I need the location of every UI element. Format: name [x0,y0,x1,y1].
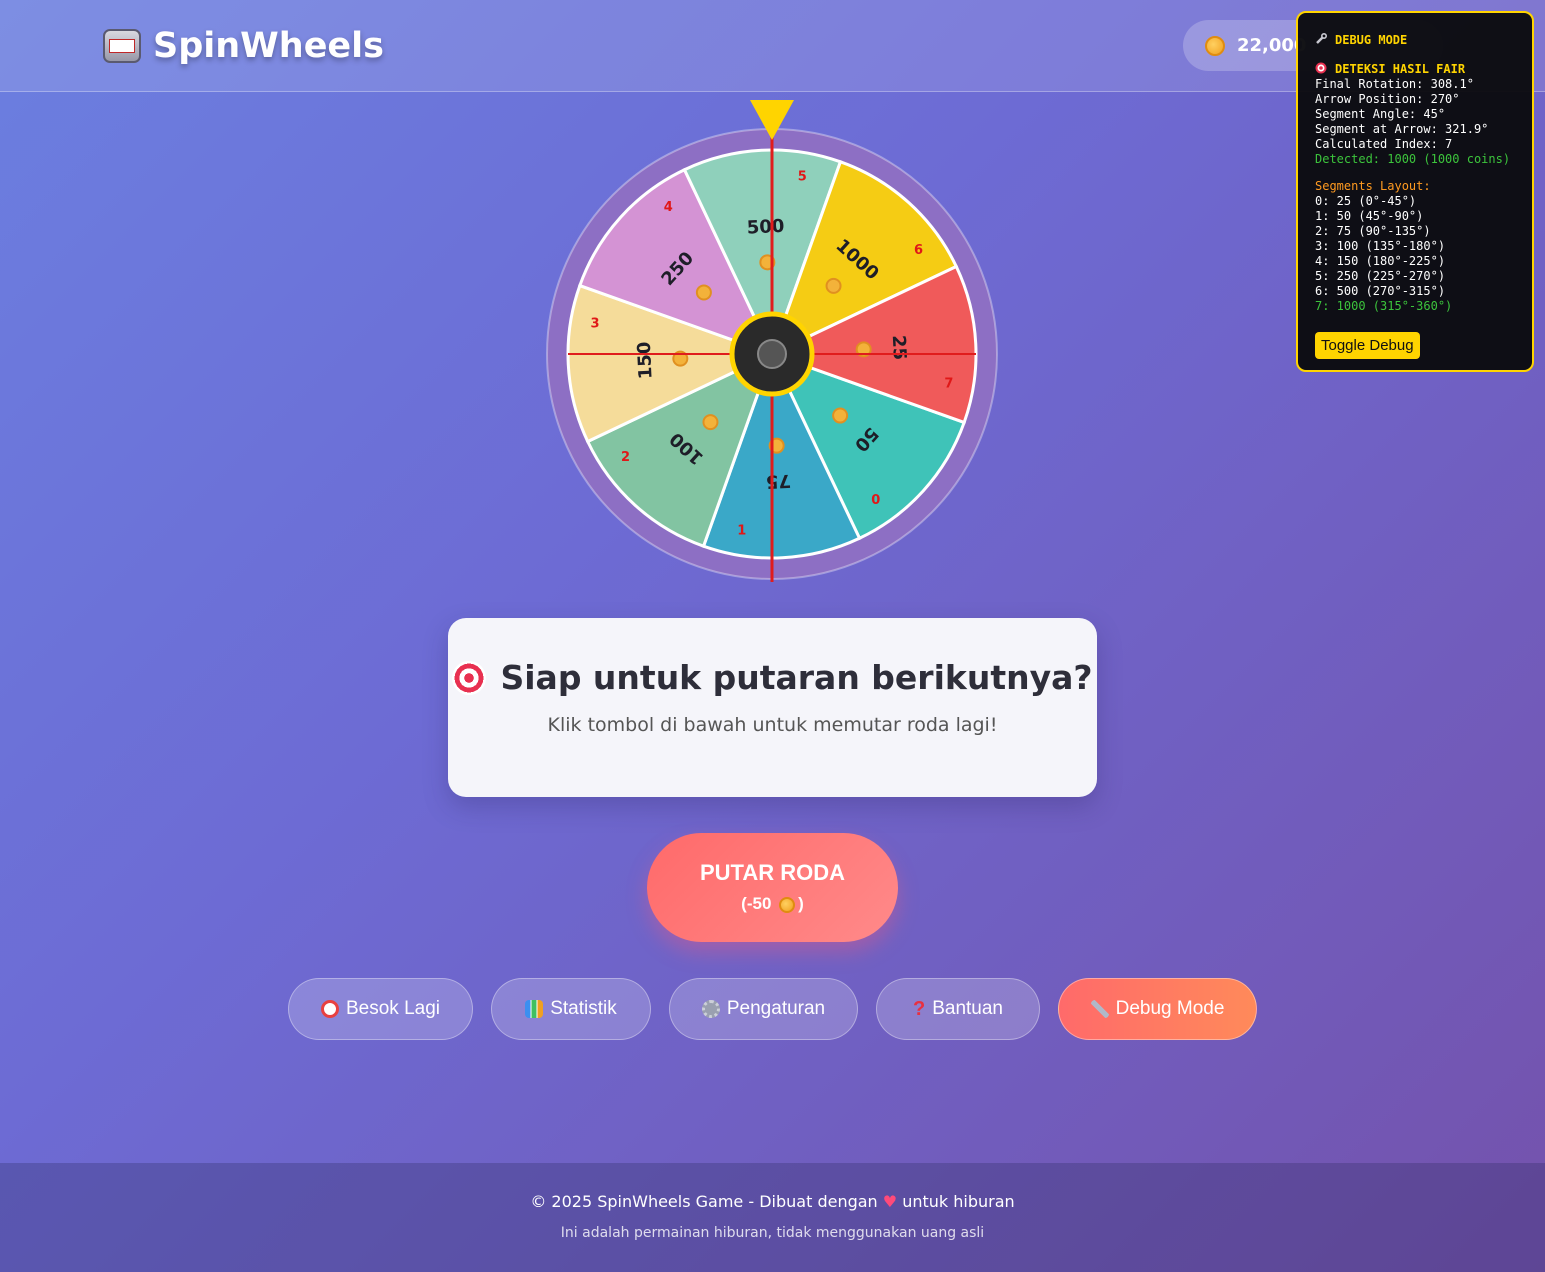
debug-layout-item: 0: 25 (0°-45°) [1315,194,1417,208]
wrench-icon [1316,33,1327,44]
coin-icon [695,284,712,301]
spin-cost: (-50 ) [741,894,804,913]
debug-panel: DEBUG MODE DETEKSI HASIL FAIR Final Rota… [1296,11,1534,372]
spin-button-label: PUTAR RODA [699,860,846,885]
wheel-segment-index: 6 [914,243,923,258]
result-title-text: Siap untuk putaran berikutnya? [500,658,1093,697]
result-title: Siap untuk putaran berikutnya? [448,658,1097,697]
wheel-segment-index: 0 [871,493,880,508]
coin-icon [832,407,849,424]
wheel-segment-index: 3 [591,316,600,331]
wrench-icon [1090,1000,1109,1018]
debug-final-rotation: Final Rotation: 308.1° [1315,77,1474,91]
debug-mode-button[interactable]: Debug Mode [1058,978,1257,1040]
wheel-segment-value: 500 [746,216,785,239]
wheel-graphic: 50075110021503250450051000 6257 [546,100,998,582]
debug-section-title: DETEKSI HASIL FAIR [1315,62,1532,77]
statistics-button-label: Statistik [550,998,617,1019]
footer-copyright: © 2025 SpinWheels Game - Dibuat dengan ♥… [530,1192,1015,1211]
result-card: Siap untuk putaran berikutnya? Klik tomb… [448,618,1097,797]
debug-arrow-position: Arrow Position: 270° [1315,92,1460,106]
heart-icon: ♥ [882,1192,898,1211]
spin-wheel[interactable]: 50 0 75 1 100 2 150 3 250 4 500 5 1000 6 25 7 [545,100,1000,585]
help-button-label: Bantuan [932,998,1003,1019]
app-logo[interactable]: SpinWheels [103,24,384,68]
debug-title: DEBUG MODE [1315,33,1532,48]
tomorrow-button-label: Besok Lagi [345,998,440,1019]
wheel-segment-index: 7 [944,377,953,392]
debug-layout-item: 5: 250 (225°-270°) [1315,269,1446,283]
wheel-segment-value: 150 [634,341,657,380]
hub-center-icon [757,339,787,369]
debug-layout-item: 3: 100 (135°-180°) [1315,239,1446,253]
wheel-segment-value: 25 [888,335,910,361]
debug-layout-item: 6: 500 (270°-315°) [1315,284,1446,298]
debug-layout-title: Segments Layout: [1315,179,1431,193]
question-icon: ? [912,997,926,1020]
target-icon [1315,62,1327,74]
slot-machine-icon [103,29,141,63]
alarm-clock-icon [320,1000,339,1018]
debug-mode-button-label: Debug Mode [1115,998,1225,1019]
debug-detected: Detected: 1000 (1000 coins) [1315,152,1511,166]
settings-button-label: Pengaturan [726,998,826,1019]
statistics-button[interactable]: Statistik [491,978,651,1040]
result-subtitle: Klik tombol di bawah untuk memutar roda … [547,714,998,736]
toggle-debug-button[interactable]: Toggle Debug [1315,332,1420,359]
debug-segment-angle: Segment Angle: 45° [1315,107,1446,121]
spin-wheel-button[interactable]: PUTAR RODA (-50 ) [647,833,898,942]
wheel-segment-index: 2 [621,450,630,465]
page-footer: © 2025 SpinWheels Game - Dibuat dengan ♥… [0,1163,1545,1272]
help-button[interactable]: ? Bantuan [876,978,1040,1040]
debug-layout-item: 4: 150 (180°-225°) [1315,254,1446,268]
bar-chart-icon [525,1000,544,1018]
wheel-segment-index: 4 [664,200,673,215]
debug-layout-item: 2: 75 (90°-135°) [1315,224,1431,238]
gear-icon [701,1000,720,1018]
debug-layout-item: 1: 50 (45°-90°) [1315,209,1424,223]
coin-icon [702,414,719,431]
coin-icon [825,277,842,294]
target-icon [452,660,487,695]
coin-icon [779,896,796,913]
app-name: SpinWheels [153,26,385,66]
wheel-segment-value: 75 [765,470,791,492]
debug-layout-item-active: 7: 1000 (315°-360°) [1315,299,1453,313]
debug-segment-at-arrow: Segment at Arrow: 321.9° [1315,122,1489,136]
coin-icon [1205,35,1225,56]
settings-button[interactable]: Pengaturan [669,978,858,1040]
footer-disclaimer: Ini adalah permainan hiburan, tidak meng… [560,1225,985,1241]
wheel-segment-index: 1 [737,523,746,538]
tomorrow-button[interactable]: Besok Lagi [288,978,473,1040]
wheel-segment-index: 5 [798,170,807,185]
debug-calculated-index: Calculated Index: 7 [1315,137,1453,151]
